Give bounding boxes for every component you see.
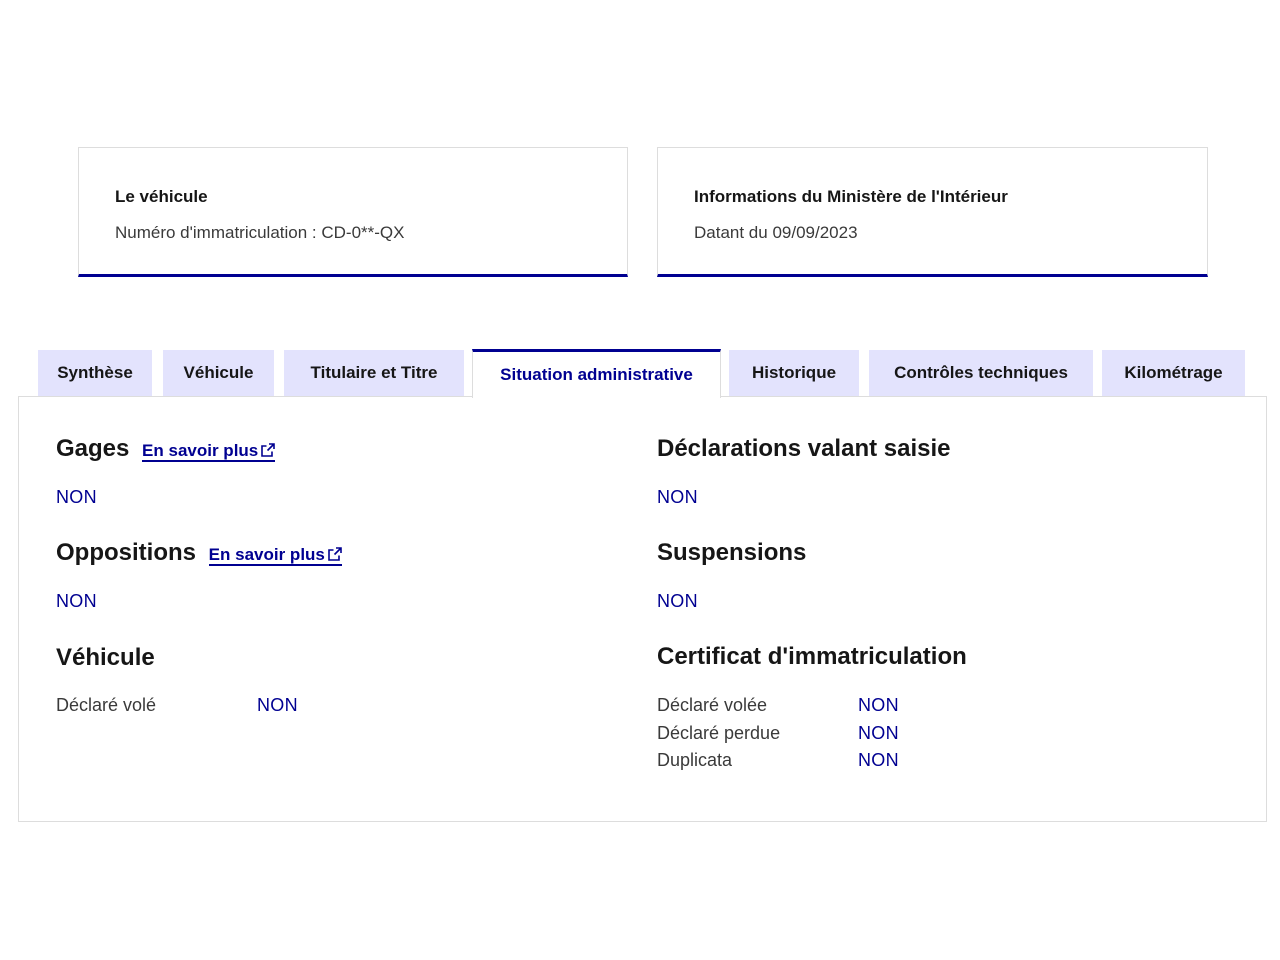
- duplicata-label: Duplicata: [657, 750, 733, 770]
- oppositions-value: NON: [56, 591, 97, 611]
- oppositions-link-label: En savoir plus: [208, 545, 325, 564]
- gages-learn-more-link[interactable]: En savoir plus: [142, 441, 276, 462]
- vehicle-card-title: Le véhicule: [115, 187, 208, 206]
- tab-titulaire-et-titre[interactable]: Titulaire et Titre: [284, 350, 464, 396]
- declare-vole-label: Déclaré volé: [56, 695, 157, 715]
- tab-kilometrage[interactable]: Kilométrage: [1102, 350, 1245, 396]
- tab-controles-techniques[interactable]: Contrôles techniques: [869, 350, 1093, 396]
- declare-vole-value: NON: [257, 695, 298, 715]
- ministry-card: Informations du Ministère de l'Intérieur…: [657, 147, 1208, 277]
- gages-section: Gages En savoir plus: [56, 434, 276, 464]
- tab-synthese[interactable]: Synthèse: [38, 350, 152, 396]
- certificat-title: Certificat d'immatriculation: [657, 643, 967, 670]
- declarations-title: Déclarations valant saisie: [657, 435, 951, 462]
- registration-number: Numéro d'immatriculation : CD-0**-QX: [115, 223, 405, 242]
- tab-historique[interactable]: Historique: [729, 350, 859, 396]
- external-link-icon: [261, 442, 276, 462]
- gages-title: Gages: [56, 435, 130, 462]
- suspensions-title: Suspensions: [657, 539, 807, 566]
- gages-link-label: En savoir plus: [142, 441, 259, 460]
- declare-volee-value: NON: [858, 695, 899, 715]
- ministry-data-date: Datant du 09/09/2023: [694, 223, 858, 242]
- vehicule-title: Véhicule: [56, 644, 155, 671]
- suspensions-value: NON: [657, 591, 698, 611]
- oppositions-section: Oppositions En savoir plus: [56, 538, 342, 568]
- gages-value: NON: [56, 487, 97, 507]
- tab-vehicule[interactable]: Véhicule: [163, 350, 274, 396]
- external-link-icon: [328, 546, 342, 566]
- declare-volee-label: Déclaré volée: [657, 695, 768, 715]
- tab-situation-administrative[interactable]: Situation administrative: [472, 349, 721, 398]
- vehicle-card: Le véhicule Numéro d'immatriculation : C…: [78, 147, 628, 277]
- declare-perdue-label: Déclaré perdue: [657, 723, 781, 743]
- declare-perdue-value: NON: [858, 723, 899, 743]
- duplicata-value: NON: [858, 750, 899, 770]
- tab-panel-situation-administrative: Gages En savoir plus NON Oppositions En …: [18, 396, 1267, 822]
- ministry-card-title: Informations du Ministère de l'Intérieur: [694, 187, 1008, 206]
- declarations-value: NON: [657, 487, 698, 507]
- oppositions-learn-more-link[interactable]: En savoir plus: [208, 545, 342, 566]
- oppositions-title: Oppositions: [56, 539, 196, 566]
